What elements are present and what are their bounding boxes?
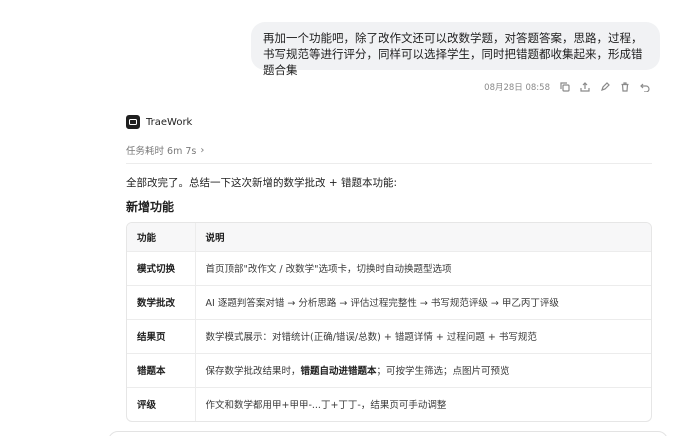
copy-icon[interactable] (560, 82, 570, 92)
message-meta-row: 08月28日 08:58 (484, 80, 650, 94)
chat-input-box[interactable] (108, 431, 668, 436)
description-cell: 保存数学批改结果时，错题自动进错题本；可按学生筛选；点图片可预览 (195, 352, 651, 387)
feature-cell: 评级 (127, 386, 196, 421)
feature-cell: 错题本 (127, 352, 196, 387)
table-row: 数学批改 AI 逐题判答案对错 → 分析思路 → 评估过程完整性 → 书写规范评… (127, 284, 651, 319)
user-message-bubble: 再加一个功能吧，除了改作文还可以改数学题，对答题答案，思路，过程，书写规范等进行… (251, 22, 660, 77)
feature-cell: 数学批改 (127, 284, 196, 319)
table-row: 模式切换 首页顶部"改作文 / 改数学"选项卡，切换时自动换题型选项 (127, 250, 651, 285)
chevron-right-icon: › (200, 144, 205, 156)
summary-text: 全部改完了。总结一下这次新增的数学批改 + 错题本功能: (126, 177, 398, 189)
table-row: 评级 作文和数学都用甲+甲甲-...丁+丁丁-，结果页可手动调整 (127, 386, 651, 421)
feature-cell: 模式切换 (127, 250, 196, 285)
description-cell: AI 逐题判答案对错 → 分析思路 → 评估过程完整性 → 书写规范评级 → 甲… (195, 284, 651, 319)
section-title: 新增功能 (126, 200, 175, 214)
feature-table: 功能 说明 模式切换 首页顶部"改作文 / 改数学"选项卡，切换时自动换题型选项… (126, 222, 652, 422)
description-cell: 数学模式展示：对错统计(正确/错误/总数) + 错题详情 + 过程问题 + 书写… (195, 318, 651, 353)
share-icon[interactable] (580, 82, 590, 92)
traework-logo-icon (126, 115, 140, 129)
undo-icon[interactable] (640, 82, 650, 92)
agent-name: TraeWork (146, 116, 193, 128)
user-message-text: 再加一个功能吧，除了改作文还可以改数学题，对答题答案，思路，过程，书写规范等进行… (263, 31, 643, 77)
edit-icon[interactable] (600, 82, 610, 92)
table-row: 错题本 保存数学批改结果时，错题自动进错题本；可按学生筛选；点图片可预览 (127, 352, 651, 387)
feature-cell: 结果页 (127, 318, 196, 353)
description-cell: 作文和数学都用甲+甲甲-...丁+丁丁-，结果页可手动调整 (195, 386, 651, 421)
column-header-description: 说明 (205, 232, 225, 244)
task-time-toggle[interactable]: 任务耗时 6m 7s › (126, 143, 205, 158)
delete-icon[interactable] (620, 82, 630, 92)
column-header-feature: 功能 (127, 223, 196, 251)
table-row: 结果页 数学模式展示：对错统计(正确/错误/总数) + 错题详情 + 过程问题 … (127, 318, 651, 353)
divider (126, 163, 652, 164)
description-cell: 首页顶部"改作文 / 改数学"选项卡，切换时自动换题型选项 (195, 250, 651, 285)
task-time-label: 任务耗时 6m 7s (126, 146, 197, 157)
table-header-row: 功能 说明 (127, 223, 651, 251)
message-timestamp: 08月28日 08:58 (484, 83, 550, 93)
agent-header: TraeWork (126, 115, 192, 129)
